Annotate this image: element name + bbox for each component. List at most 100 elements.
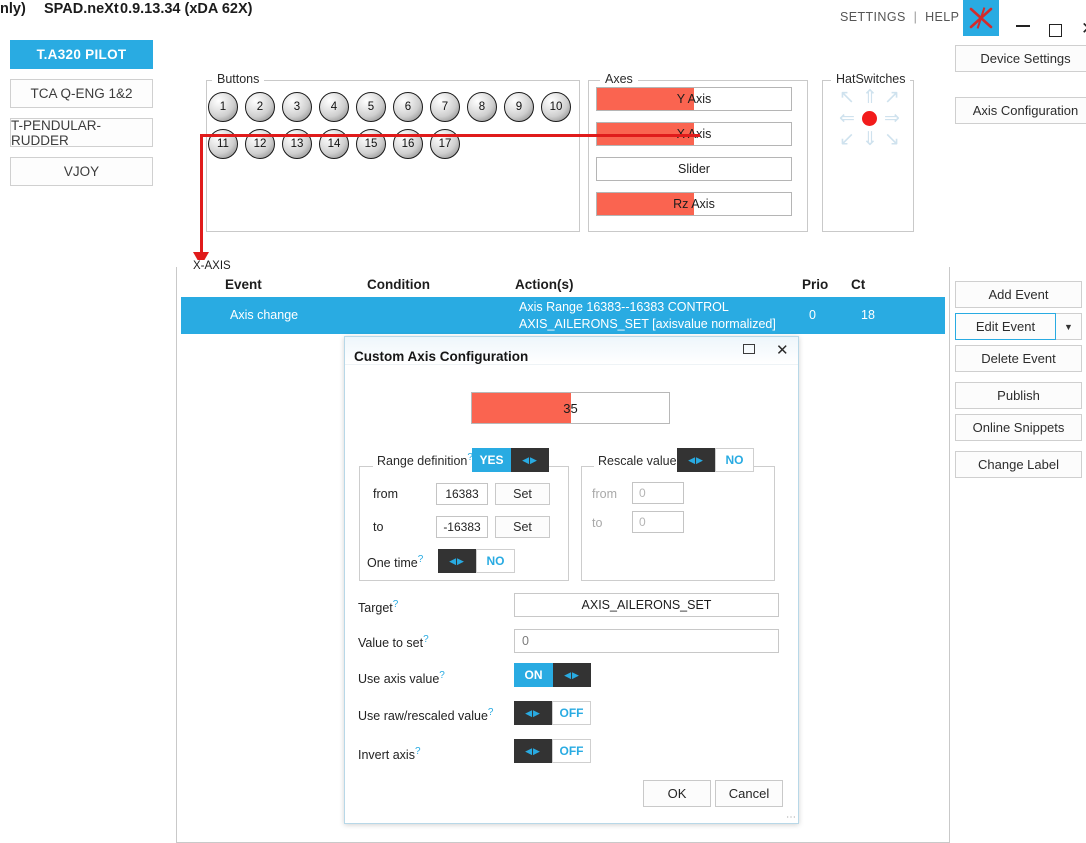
- close-icon[interactable]: ✕: [1081, 20, 1086, 37]
- axis-value-bar: 35: [471, 392, 670, 424]
- ok-button[interactable]: OK: [643, 780, 711, 807]
- button-number: 9: [515, 101, 523, 113]
- joystick-button-6[interactable]: 6: [393, 92, 423, 122]
- settings-menu-item[interactable]: SETTINGS: [840, 10, 906, 24]
- edit-event-label: Edit Event: [975, 319, 1036, 334]
- axis-bar-y[interactable]: Y Axis: [596, 87, 792, 111]
- rescale-value-toggle-state: NO: [715, 448, 754, 472]
- range-definition-toggle[interactable]: ◀▶ YES: [472, 448, 549, 472]
- delete-event-label: Delete Event: [981, 351, 1056, 366]
- rescale-to-input[interactable]: 0: [632, 511, 684, 533]
- arrows-lr-icon: ◀▶: [514, 701, 552, 725]
- rescale-value-label: Rescale value?: [594, 452, 687, 469]
- edit-event-dropdown-button[interactable]: ▼: [1056, 313, 1082, 340]
- range-from-input[interactable]: 16383: [436, 483, 488, 505]
- button-number: 6: [404, 101, 412, 113]
- change-label-label: Change Label: [978, 457, 1059, 472]
- range-from-set-button[interactable]: Set: [495, 483, 550, 505]
- help-menu-item[interactable]: HELP: [925, 10, 959, 24]
- menu-separator: |: [913, 10, 918, 24]
- hat-arrow-down-icon[interactable]: ⇓: [862, 130, 878, 149]
- value-to-set-label-text: Value to set: [358, 636, 424, 651]
- sidebar-item-device-2[interactable]: T-PENDULAR-RUDDER: [10, 118, 153, 148]
- joystick-button-4[interactable]: 4: [319, 92, 349, 122]
- one-time-text: One time: [367, 556, 418, 571]
- rescale-value-toggle[interactable]: ◀▶ NO: [677, 448, 754, 472]
- delete-event-button[interactable]: Delete Event: [955, 345, 1082, 372]
- target-input[interactable]: AXIS_AILERONS_SET: [514, 593, 779, 617]
- button-number: 5: [367, 101, 375, 113]
- sidebar-item-device-1[interactable]: TCA Q-ENG 1&2: [10, 79, 153, 108]
- joystick-button-10[interactable]: 10: [541, 92, 571, 122]
- axis-configuration-button[interactable]: Axis Configuration: [955, 97, 1086, 124]
- use-raw-rescaled-label: Use raw/rescaled value?: [358, 707, 493, 723]
- range-definition-label: Range definition?: [373, 452, 477, 469]
- publish-button[interactable]: Publish: [955, 382, 1082, 409]
- cell-prio: 0: [809, 308, 816, 322]
- online-snippets-button[interactable]: Online Snippets: [955, 414, 1082, 441]
- use-axis-value-toggle[interactable]: ◀▶ ON: [514, 663, 591, 687]
- hatswitch-control[interactable]: ↖ ⇑ ↗ ⇐ ⇒ ↙ ⇓ ↘: [838, 88, 902, 152]
- hat-arrow-left-icon[interactable]: ⇐: [839, 109, 855, 128]
- axis-bar-rz[interactable]: Rz Axis: [596, 192, 792, 216]
- sidebar-item-device-3[interactable]: VJOY: [10, 157, 153, 186]
- table-row[interactable]: Axis change Axis Range 16383--16383 CONT…: [181, 297, 945, 334]
- value-to-set-input[interactable]: 0: [514, 629, 779, 653]
- help-marker-icon[interactable]: ?: [423, 634, 429, 645]
- cell-event: Axis change: [230, 308, 299, 322]
- one-time-toggle-state: NO: [476, 549, 515, 573]
- hat-arrow-up-right-icon[interactable]: ↗: [884, 88, 900, 107]
- rescale-from-input[interactable]: 0: [632, 482, 684, 504]
- hat-arrow-down-left-icon[interactable]: ↙: [839, 130, 855, 149]
- joystick-button-9[interactable]: 9: [504, 92, 534, 122]
- range-to-set-button[interactable]: Set: [495, 516, 550, 538]
- hat-center-dot-icon[interactable]: [862, 111, 877, 126]
- button-number: 17: [438, 138, 452, 150]
- cancel-button[interactable]: Cancel: [715, 780, 783, 807]
- change-label-button[interactable]: Change Label: [955, 451, 1082, 478]
- joystick-button-2[interactable]: 2: [245, 92, 275, 122]
- publish-label: Publish: [997, 388, 1040, 403]
- column-header-ct: Ct: [851, 277, 866, 292]
- hat-arrow-up-left-icon[interactable]: ↖: [839, 88, 855, 107]
- axis-label: Rz Axis: [673, 197, 715, 211]
- joystick-button-3[interactable]: 3: [282, 92, 312, 122]
- hat-arrow-down-right-icon[interactable]: ↘: [884, 130, 900, 149]
- app-logo: [963, 0, 999, 36]
- help-marker-icon[interactable]: ?: [415, 746, 421, 757]
- add-event-button[interactable]: Add Event: [955, 281, 1082, 308]
- joystick-button-7[interactable]: 7: [430, 92, 460, 122]
- help-marker-icon[interactable]: ?: [439, 670, 445, 681]
- dialog-maximize-icon[interactable]: [743, 344, 755, 354]
- app-name: SPAD.neXt: [44, 1, 119, 17]
- button-number: 16: [401, 138, 415, 150]
- add-event-label: Add Event: [988, 287, 1049, 302]
- dialog-close-icon[interactable]: ✕: [776, 341, 789, 359]
- help-marker-icon[interactable]: ?: [418, 554, 424, 565]
- device-settings-button[interactable]: Device Settings: [955, 45, 1086, 72]
- edit-event-button[interactable]: Edit Event: [955, 313, 1056, 340]
- resize-grip-icon[interactable]: ⋯: [786, 812, 797, 823]
- joystick-button-8[interactable]: 8: [467, 92, 497, 122]
- use-axis-value-toggle-state: ON: [514, 663, 553, 687]
- joystick-button-1[interactable]: 1: [208, 92, 238, 122]
- minimize-icon[interactable]: [1016, 25, 1030, 27]
- one-time-toggle[interactable]: ◀▶ NO: [438, 549, 515, 573]
- hat-arrow-right-icon[interactable]: ⇒: [884, 109, 900, 128]
- hat-arrow-up-icon[interactable]: ⇑: [862, 88, 878, 107]
- chevron-down-icon: ▼: [1064, 321, 1073, 332]
- annotation-line-horizontal: [200, 134, 700, 137]
- axis-bar-slider[interactable]: Slider: [596, 157, 792, 181]
- help-marker-icon[interactable]: ?: [393, 599, 399, 610]
- invert-axis-toggle[interactable]: ◀▶ OFF: [514, 739, 591, 763]
- range-to-input[interactable]: -16383: [436, 516, 488, 538]
- app-version: 0.9.13.34 (xDA 62X): [120, 1, 253, 17]
- help-marker-icon[interactable]: ?: [488, 707, 494, 718]
- use-raw-rescaled-toggle[interactable]: ◀▶ OFF: [514, 701, 591, 725]
- rescale-value-text: Rescale value: [598, 454, 677, 469]
- axis-configuration-label: Axis Configuration: [972, 103, 1079, 118]
- joystick-button-5[interactable]: 5: [356, 92, 386, 122]
- sidebar-item-device-0[interactable]: T.A320 PILOT: [10, 40, 153, 69]
- cell-action-line2: AXIS_AILERONS_SET [axisvalue normalized]: [519, 317, 776, 331]
- maximize-icon[interactable]: [1049, 24, 1062, 37]
